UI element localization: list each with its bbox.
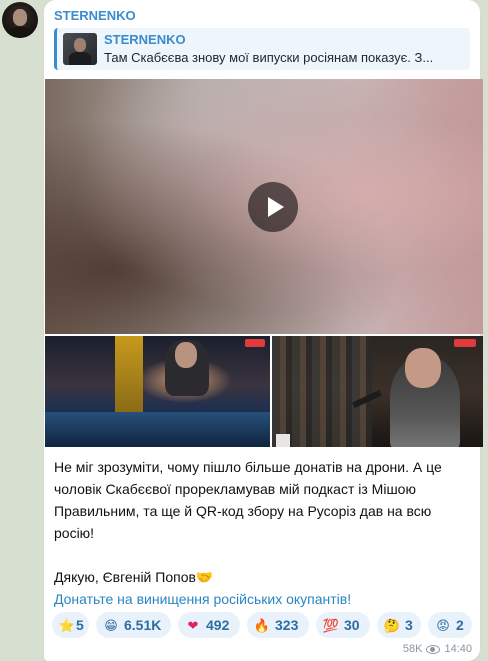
reply-thumbnail-body [69, 52, 91, 65]
reaction-count: 30 [344, 617, 360, 633]
timestamp: 14:40 [444, 643, 472, 655]
reaction-count: 5 [76, 617, 84, 633]
reaction-count: 323 [275, 617, 299, 633]
signature: Дякую, Євгеній Попов🤝 [54, 569, 214, 585]
message-line: росію! [54, 525, 95, 541]
fire-icon: 🔥 [253, 619, 271, 634]
studio-head [175, 342, 197, 368]
media-image-tv-studio[interactable] [45, 336, 270, 447]
qr-code-icon [276, 434, 290, 447]
reaction-thinking[interactable]: 🤔 3 [377, 612, 421, 638]
podcast-face [405, 348, 441, 388]
reaction-count: 3 [405, 617, 413, 633]
reply-preview[interactable]: STERNENKO Там Скабєєва знову мої випуски… [54, 28, 470, 70]
play-icon[interactable] [248, 182, 298, 232]
heart-icon: ❤ [187, 619, 199, 634]
reaction-count: 492 [206, 617, 230, 633]
grin-emoji-icon: 😁 [104, 619, 118, 634]
angry-emoji-icon: 😡 [436, 619, 450, 634]
message-bubble: STERNENKO STERNENKO Там Скабєєва знову м… [44, 0, 483, 661]
message-line: Правильним, та ще й QR-код збору на Русо… [54, 503, 432, 519]
message-line: чоловік Скабєєвої прорекламував мій подк… [54, 481, 416, 497]
message-text: Не міг зрозуміти, чому пішло більше дона… [54, 456, 472, 610]
video-thumbnail[interactable] [45, 79, 483, 334]
reply-author: STERNENKO [104, 32, 186, 47]
reaction-count: 6.51K [124, 617, 162, 633]
reaction-heart[interactable]: ❤ 492 [178, 612, 240, 638]
media-image-podcast[interactable] [272, 336, 483, 447]
studio-floor [45, 412, 270, 447]
channel-avatar[interactable] [2, 2, 38, 38]
reaction-hundred[interactable]: 💯 30 [316, 612, 370, 638]
avatar-body [6, 27, 34, 38]
reaction-grin[interactable]: 😁 6.51K [96, 612, 171, 638]
eye-icon [426, 644, 441, 654]
reply-thumbnail-face [74, 38, 86, 52]
message-line: Не міг зрозуміти, чому пішло більше дона… [54, 459, 442, 475]
tv-logo-icon [454, 339, 476, 347]
message-meta: 58K 14:40 [403, 643, 472, 655]
podcast-shelf [272, 336, 372, 447]
reply-thumbnail [63, 33, 97, 65]
reaction-angry[interactable]: 😡 2 [428, 612, 472, 638]
hundred-icon: 💯 [322, 619, 340, 634]
reaction-fire[interactable]: 🔥 323 [247, 612, 309, 638]
donate-link[interactable]: Донатьте на винищення російських окупант… [54, 588, 472, 610]
reaction-star[interactable]: ⭐5 [52, 612, 89, 638]
reactions-bar: ⭐5 😁 6.51K ❤ 492 🔥 323 💯 30 🤔 3 😡 2 [52, 612, 472, 640]
reaction-count: 2 [456, 617, 464, 633]
star-icon: ⭐ [58, 619, 76, 634]
view-count: 58K [402, 643, 423, 655]
reply-text: Там Скабєєва знову мої випуски росіянам … [104, 50, 434, 65]
thinking-emoji-icon: 🤔 [383, 619, 401, 634]
channel-name[interactable]: STERNENKO [54, 8, 136, 23]
tv-logo-icon [245, 339, 265, 347]
avatar-face [13, 9, 27, 26]
